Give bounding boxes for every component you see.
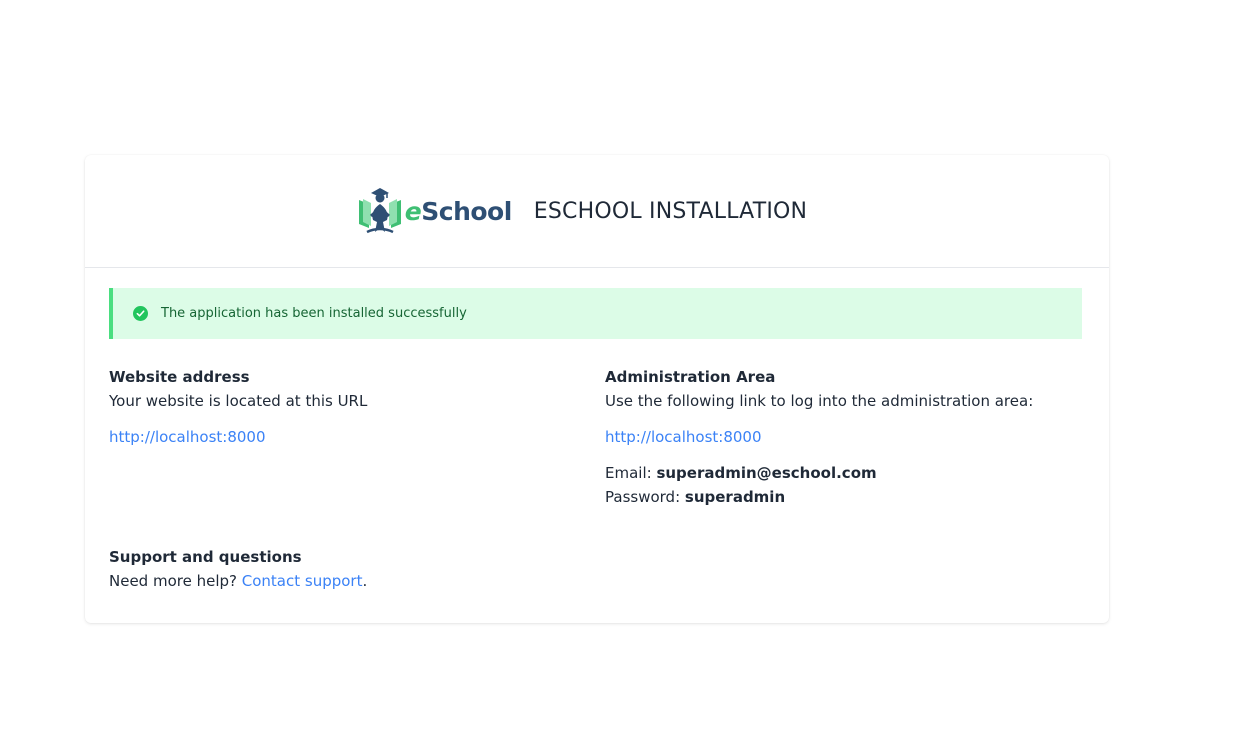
admin-section: Administration Area Use the following li… <box>605 365 1075 509</box>
contact-support-link[interactable]: Contact support <box>242 572 363 590</box>
website-url-link[interactable]: http://localhost:8000 <box>109 428 266 446</box>
support-section: Support and questions Need more help? Co… <box>109 545 367 593</box>
support-title: Support and questions <box>109 548 302 566</box>
admin-password-row: Password: superadmin <box>605 485 1075 509</box>
password-label: Password: <box>605 488 681 506</box>
card-header: eSchool ESCHOOL INSTALLATION <box>85 155 1109 268</box>
eschool-logo: eSchool <box>357 186 512 236</box>
eschool-logo-icon <box>358 188 401 234</box>
admin-email-row: Email: superadmin@eschool.com <box>605 461 1075 485</box>
website-section: Website address Your website is located … <box>109 365 579 449</box>
support-text: Need more help? <box>109 572 237 590</box>
page-title: ESCHOOL INSTALLATION <box>533 198 808 224</box>
admin-title: Administration Area <box>605 368 776 386</box>
email-label: Email: <box>605 464 652 482</box>
admin-description: Use the following link to log into the a… <box>605 392 1034 410</box>
check-circle-icon <box>133 306 148 321</box>
logo-wordmark: eSchool <box>404 196 513 226</box>
website-description: Your website is located at this URL <box>109 392 368 410</box>
website-title: Website address <box>109 368 250 386</box>
support-text-row: Need more help? Contact support. <box>109 569 367 593</box>
support-suffix: . <box>362 572 368 590</box>
admin-url-link[interactable]: http://localhost:8000 <box>605 428 762 446</box>
email-value: superadmin@eschool.com <box>656 464 877 482</box>
alert-message: The application has been installed succe… <box>161 306 467 321</box>
password-value: superadmin <box>684 488 786 506</box>
success-alert: The application has been installed succe… <box>109 288 1082 339</box>
installation-card: eSchool ESCHOOL INSTALLATION The applica… <box>85 155 1109 623</box>
